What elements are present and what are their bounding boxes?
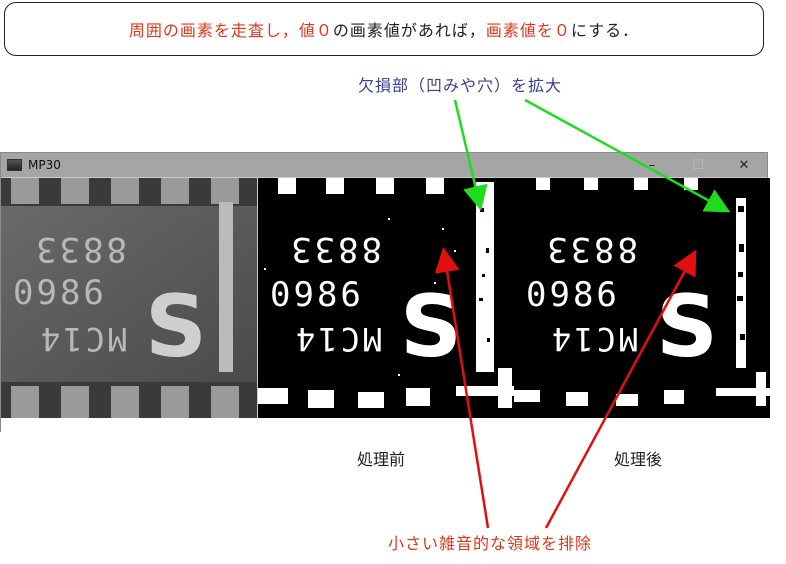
chip-row2-after: 0986 xyxy=(526,275,620,315)
window-bottom-strip xyxy=(1,418,769,432)
noise-label: 小さい雑音的な領域を排除 xyxy=(388,534,593,553)
minimize-button[interactable]: – xyxy=(629,153,675,177)
chip-row1-after: 8833 xyxy=(544,229,638,269)
callout-text-3: の画素値があれば， xyxy=(332,21,486,40)
window-titlebar[interactable]: MP30 – ☐ ✕ xyxy=(1,153,767,177)
grayscale-image: 8833 0986 MC14 S xyxy=(1,178,257,418)
defect-label: 欠損部（凹みや穴）を拡大 xyxy=(358,76,563,95)
chip-row3-before: MC14 xyxy=(293,320,382,358)
chip-logo-gray: S xyxy=(145,277,207,377)
chip-row2-before: 0986 xyxy=(270,275,364,315)
callout-text-2: 値０ xyxy=(298,21,333,40)
callout-text-5: にする． xyxy=(570,21,640,40)
caption-after: 処理後 xyxy=(614,450,663,469)
description-callout: 周囲の画素を走査し， 値０ の画素値があれば， 画素値を０ にする． xyxy=(4,2,764,56)
close-button[interactable]: ✕ xyxy=(721,153,767,177)
app-icon xyxy=(7,159,22,171)
chip-logo-before: S xyxy=(400,277,462,377)
maximize-button[interactable]: ☐ xyxy=(675,153,721,177)
caption-before: 処理前 xyxy=(357,450,406,469)
chip-row3-after: MC14 xyxy=(549,320,638,358)
callout-text-4: 画素値を０ xyxy=(485,21,571,40)
app-window: MP30 – ☐ ✕ 8833 0986 MC14 S 8833 0986 MC… xyxy=(0,152,770,432)
chip-logo-after: S xyxy=(656,277,718,377)
window-title: MP30 xyxy=(28,158,61,172)
chip-row2-gray: 0986 xyxy=(13,273,107,313)
chip-row3-gray: MC14 xyxy=(38,320,127,358)
chip-row1-gray: 8833 xyxy=(33,229,127,269)
chip-row1-before: 8833 xyxy=(288,229,382,269)
callout-text-1: 周囲の画素を走査し， xyxy=(128,21,299,40)
before-image: 8833 0986 MC14 S xyxy=(258,178,514,418)
after-image: 8833 0986 MC14 S xyxy=(514,178,770,418)
